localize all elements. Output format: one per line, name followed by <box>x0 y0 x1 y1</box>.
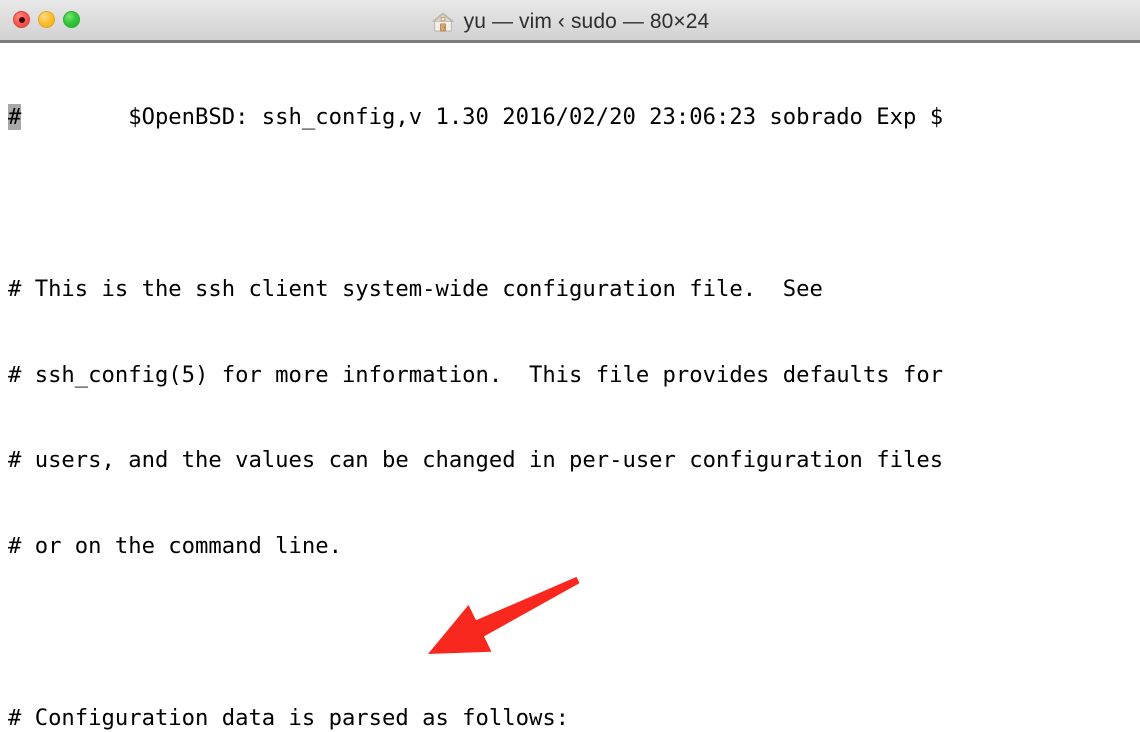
terminal-window: yu — vim ‹ sudo — 80×24 # $OpenBSD: ssh_… <box>0 0 1140 732</box>
terminal-line: # Configuration data is parsed as follow… <box>8 704 570 731</box>
text-cursor: # <box>8 104 22 131</box>
minimize-button[interactable] <box>38 11 55 28</box>
close-button[interactable] <box>13 11 30 28</box>
window-titlebar[interactable]: yu — vim ‹ sudo — 80×24 <box>0 0 1140 43</box>
terminal-line-text: $OpenBSD: ssh_config,v 1.30 2016/02/20 2… <box>21 104 944 131</box>
terminal-line: # $OpenBSD: ssh_config,v 1.30 2016/02/20… <box>8 103 1140 132</box>
terminal-line: # ssh_config(5) for more information. Th… <box>8 361 944 388</box>
window-controls <box>13 11 80 28</box>
terminal-line: # users, and the values can be changed i… <box>8 447 944 474</box>
terminal-content[interactable]: # $OpenBSD: ssh_config,v 1.30 2016/02/20… <box>0 46 1140 732</box>
window-title-group: yu — vim ‹ sudo — 80×24 <box>0 0 1140 43</box>
terminal-line: # or on the command line. <box>8 533 342 560</box>
zoom-button[interactable] <box>63 11 80 28</box>
home-icon <box>432 12 454 31</box>
terminal-line: # This is the ssh client system-wide con… <box>8 275 823 302</box>
window-title: yu — vim ‹ sudo — 80×24 <box>463 9 710 33</box>
